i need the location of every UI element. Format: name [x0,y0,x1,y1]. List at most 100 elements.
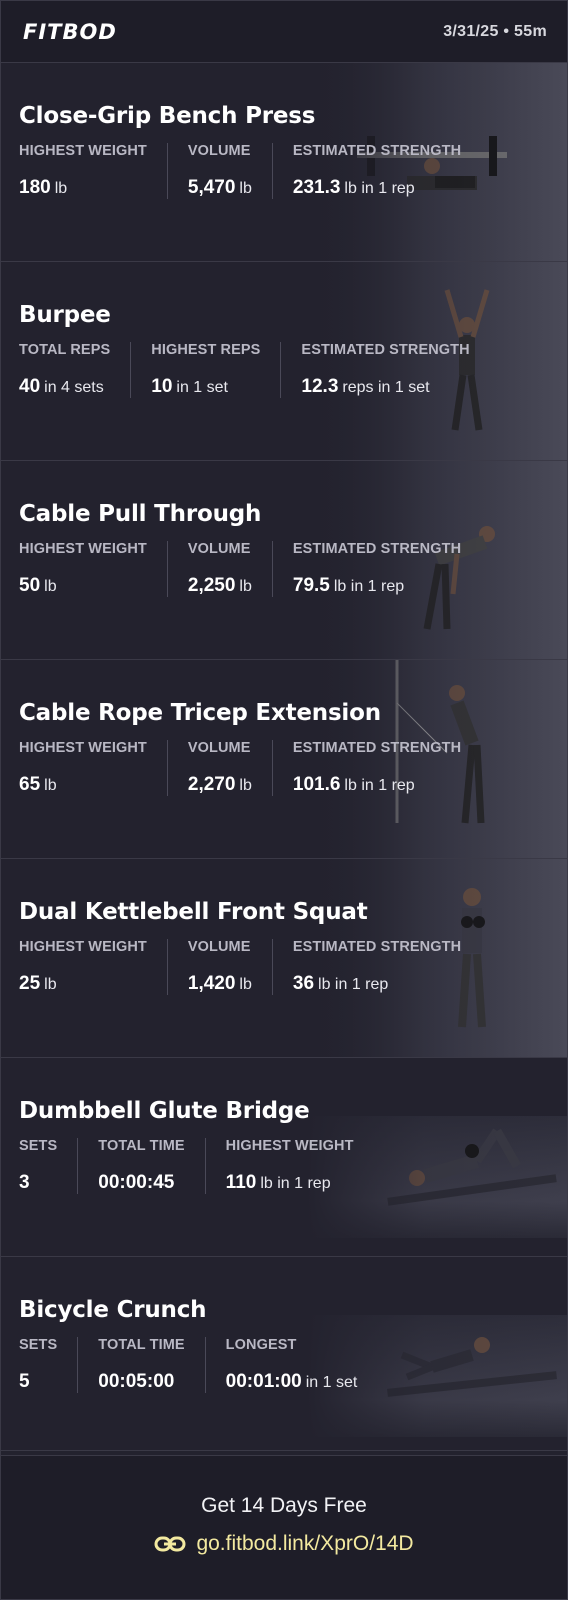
stat-value: 101.6 lb in 1 rep [293,774,461,796]
stat-label: VOLUME [187,143,251,159]
stat-number: 231.3 [292,177,341,198]
exercise-content: Dumbbell Glute Bridge SETS 3 TOTAL TIME 00:0… [1,1098,567,1194]
exercise-stats: HIGHEST WEIGHT 50 lb VOLUME 2,250 lb ESTIMATED… [19,541,567,597]
stat-unit: lb [44,777,57,794]
stat-column: TOTAL REPS 40 in 4 sets [19,342,130,398]
stat-number: 5 [19,1371,30,1392]
stat-number: 2,250 [187,575,236,596]
footer: Get 14 Days Free go.fitbod.link/XprO/14D [1,1450,567,1599]
stat-value: 50 lb [19,575,147,597]
stat-column: HIGHEST WEIGHT 50 lb [19,541,167,597]
exercise-stats: TOTAL REPS 40 in 4 sets HIGHEST REPS 10 in 1 … [19,342,567,398]
stat-column: ESTIMATED STRENGTH 79.5 lb in 1 rep [271,541,481,597]
exercise-stats: HIGHEST WEIGHT 65 lb VOLUME 2,270 lb ESTIMATED… [19,740,567,796]
stat-unit: in 4 sets [44,379,104,396]
exercise-content: Close-Grip Bench Press HIGHEST WEIGHT 180 l… [1,103,567,199]
stat-column: HIGHEST WEIGHT 65 lb [19,740,167,796]
stat-column: LONGEST 00:01:00 in 1 set [204,1337,378,1393]
promo-text: Get 14 Days Free [201,1494,367,1517]
stat-value: 40 in 4 sets [19,376,110,398]
stat-number: 2,270 [187,774,236,795]
stat-label: LONGEST [225,1337,297,1353]
invite-link-text[interactable]: go.fitbod.link/XprO/14D [196,1532,413,1556]
stat-number: 00:01:00 [225,1371,302,1392]
invite-link[interactable]: go.fitbod.link/XprO/14D [154,1532,414,1556]
stat-number: 40 [19,376,41,397]
stat-label: HIGHEST WEIGHT [225,1138,354,1154]
stat-number: 180 [19,177,51,198]
stat-column: ESTIMATED STRENGTH 12.3 reps in 1 set [280,342,489,398]
stat-label: HIGHEST WEIGHT [19,740,147,756]
stat-column: VOLUME 2,250 lb [166,541,272,597]
exercise-card: Bicycle Crunch SETS 5 TOTAL TIME 00:05:00 LON… [1,1257,567,1456]
stat-label: SETS [19,1138,58,1154]
stat-number: 5,470 [187,177,236,198]
stat-column: ESTIMATED STRENGTH 231.3 lb in 1 rep [271,143,481,199]
stat-column: HIGHEST WEIGHT 180 lb [19,143,167,199]
stat-column: TOTAL TIME 00:00:45 [77,1138,204,1194]
exercise-card: Dual Kettlebell Front Squat HIGHEST WEIGH… [1,859,567,1058]
stat-column: VOLUME 2,270 lb [166,740,272,796]
stat-unit: lb in 1 rep [260,1175,331,1192]
stat-unit: lb [239,180,252,197]
stat-unit: in 1 set [305,1374,358,1391]
workout-date-duration: 3/31/25 • 55m [443,22,547,40]
stat-unit: lb [239,976,252,993]
exercise-title: Cable Pull Through [19,501,262,527]
exercise-title: Bicycle Crunch [19,1297,207,1323]
stat-column: SETS 3 [19,1138,77,1194]
stat-label: ESTIMATED STRENGTH [301,342,470,358]
exercise-stats: HIGHEST WEIGHT 25 lb VOLUME 1,420 lb ESTIMATED… [19,939,567,995]
stat-value: 25 lb [19,973,147,995]
stat-number: 50 [19,575,41,596]
stat-number: 101.6 [292,774,341,795]
stat-unit: lb [239,777,252,794]
stat-label: ESTIMATED STRENGTH [292,143,462,159]
stat-value: 36 lb in 1 rep [293,973,461,995]
stat-label: HIGHEST WEIGHT [19,541,147,557]
stat-label: VOLUME [187,939,251,955]
stat-label: SETS [19,1337,58,1353]
stat-label: HIGHEST REPS [151,342,261,358]
stat-number: 12.3 [301,376,339,397]
stat-number: 00:00:45 [98,1172,175,1193]
stat-value: 180 lb [19,177,147,199]
exercise-stats: SETS 3 TOTAL TIME 00:00:45 HIGHEST WEIGHT 110… [19,1138,567,1194]
exercise-content: Burpee TOTAL REPS 40 in 4 sets HIGHEST REPS 1… [1,302,567,398]
stat-value: 2,250 lb [188,575,252,597]
stat-label: ESTIMATED STRENGTH [292,939,462,955]
stat-column: ESTIMATED STRENGTH 101.6 lb in 1 rep [271,740,481,796]
stat-label: TOTAL TIME [98,1337,185,1353]
stat-unit: lb in 1 rep [344,180,415,197]
stat-column: HIGHEST REPS 10 in 1 set [130,342,280,398]
stat-value: 5,470 lb [188,177,252,199]
stat-label: TOTAL TIME [98,1138,185,1154]
stat-unit: in 1 set [176,379,228,396]
stat-unit: lb in 1 rep [344,777,415,794]
stat-value: 65 lb [19,774,147,796]
stat-value: 12.3 reps in 1 set [301,376,469,398]
exercise-stats: SETS 5 TOTAL TIME 00:05:00 LONGEST 00:01:00 in… [19,1337,567,1393]
exercise-stats: HIGHEST WEIGHT 180 lb VOLUME 5,470 lb ESTIMATE… [19,143,567,199]
header: FITBOD 3/31/25 • 55m [1,1,567,63]
stat-column: SETS 5 [19,1337,77,1393]
stat-number: 10 [151,376,173,397]
workout-summary: FITBOD 3/31/25 • 55m Close-Grip Bench Pr… [0,0,568,1600]
stat-label: VOLUME [187,740,251,756]
stat-value: 1,420 lb [188,973,252,995]
stat-value: 2,270 lb [188,774,252,796]
exercise-card: Cable Pull Through HIGHEST WEIGHT 50 lb VOLU… [1,461,567,660]
stat-unit: reps in 1 set [342,379,430,396]
stat-label: HIGHEST WEIGHT [19,143,147,159]
exercise-title: Cable Rope Tricep Extension [19,700,381,726]
fitbod-logo: FITBOD [23,19,117,44]
stat-unit: lb [44,976,57,993]
stat-number: 79.5 [292,575,330,596]
stat-label: TOTAL REPS [19,342,111,358]
stat-value: 10 in 1 set [151,376,260,398]
stat-unit: lb in 1 rep [318,976,389,993]
stat-unit: lb [239,578,252,595]
stat-value: 5 [19,1371,57,1393]
link-icon [154,1536,186,1552]
stat-column: HIGHEST WEIGHT 25 lb [19,939,167,995]
